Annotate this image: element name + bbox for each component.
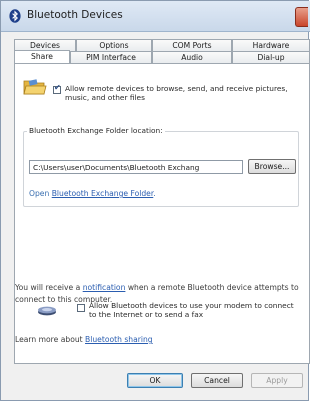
bluetooth-icon (9, 9, 21, 23)
learn-more-prefix: Learn more about (15, 335, 86, 344)
open-folder-prefix: Open (29, 189, 52, 198)
notification-text: You will receive a notification when a r… (15, 282, 301, 306)
allow-remote-label: Allow remote devices to browse, send, an… (65, 84, 288, 103)
open-folder-line: Open Bluetooth Exchange Folder. (29, 189, 156, 198)
tab-audio[interactable]: Audio (152, 51, 232, 63)
notification-link[interactable]: notification (83, 283, 126, 292)
share-tab-panel: ✔ Allow remote devices to browse, send, … (14, 63, 310, 364)
cancel-button[interactable]: Cancel (191, 373, 243, 388)
exchange-folder-path-input[interactable]: C:\Users\user\Documents\Bluetooth Exchan… (29, 160, 243, 174)
bluetooth-sharing-link[interactable]: Bluetooth sharing (85, 335, 153, 344)
apply-button[interactable]: Apply (251, 373, 303, 388)
title-bar[interactable]: Bluetooth Devices (1, 1, 310, 32)
window-title: Bluetooth Devices (27, 9, 123, 21)
notification-prefix: You will receive a (15, 283, 83, 292)
open-exchange-folder-link[interactable]: Bluetooth Exchange Folder (52, 189, 154, 198)
folder-icon (23, 79, 47, 95)
tab-pim-interface[interactable]: PIM Interface (70, 51, 152, 63)
tab-share[interactable]: Share (14, 50, 70, 64)
checkmark-icon: ✔ (54, 83, 61, 92)
tab-row-front: Share PIM Interface Audio Dial-up (14, 50, 310, 64)
tab-dial-up[interactable]: Dial-up (232, 51, 310, 63)
tab-options[interactable]: Options (76, 39, 152, 51)
allow-remote-checkbox[interactable]: ✔ (53, 83, 61, 94)
open-folder-suffix: . (153, 189, 156, 198)
bluetooth-devices-window: Bluetooth Devices Devices Options COM Po… (0, 0, 310, 401)
learn-more-text: Learn more about Bluetooth sharing (15, 334, 301, 346)
ok-button[interactable]: OK (127, 373, 183, 388)
dialog-client: Devices Options COM Ports Hardware Share… (14, 39, 310, 364)
exchange-folder-group-label: Bluetooth Exchange Folder location: (27, 126, 165, 135)
close-button[interactable] (295, 7, 308, 27)
tab-hardware[interactable]: Hardware (232, 39, 310, 51)
browse-button[interactable]: Browse... (248, 159, 296, 174)
tab-com-ports[interactable]: COM Ports (152, 39, 232, 51)
